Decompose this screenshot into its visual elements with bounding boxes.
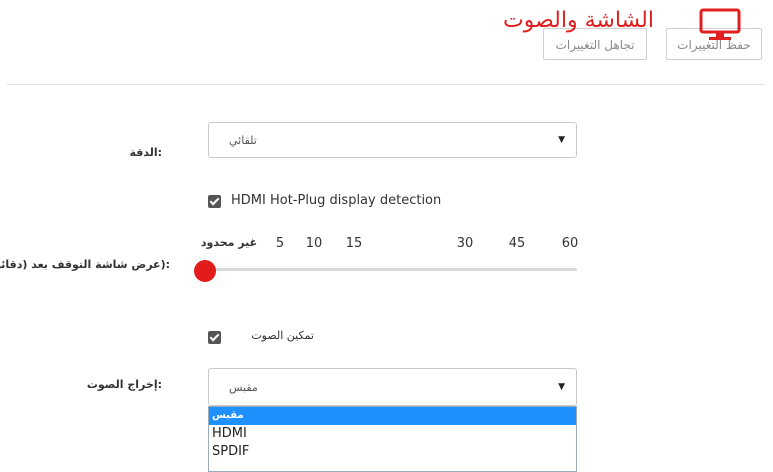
screensaver-tick-60[interactable]: 60: [555, 236, 585, 251]
audio-enable-label: تمكين الصوت: [251, 329, 314, 342]
screensaver-tick-45[interactable]: 45: [502, 236, 532, 251]
monitor-icon: [699, 8, 741, 40]
audio-output-option-hdmi[interactable]: HDMI: [209, 425, 576, 443]
chevron-down-icon: ▼: [558, 382, 565, 392]
screensaver-tick-15[interactable]: 15: [339, 236, 369, 251]
audio-enable-checkbox[interactable]: [208, 331, 221, 344]
resolution-select[interactable]: تلقائي ▼: [208, 122, 577, 158]
resolution-value: تلقائي: [229, 134, 257, 147]
screensaver-slider-track[interactable]: [206, 268, 577, 271]
screensaver-tick-10[interactable]: 10: [299, 236, 329, 251]
header-divider: [7, 84, 765, 85]
hdmi-detection-checkbox[interactable]: [208, 195, 221, 208]
chevron-down-icon: ▼: [558, 135, 565, 145]
audio-output-value: مقبس: [229, 381, 258, 394]
audio-output-dropdown-list: مقبس HDMI SPDIF: [208, 406, 577, 472]
audio-output-label: :إخراج الصوت: [86, 378, 162, 391]
audio-output-select[interactable]: مقبس ▼: [208, 368, 577, 406]
screensaver-slider-thumb[interactable]: [194, 260, 216, 282]
screensaver-tick-unlimited[interactable]: غير محدود: [199, 236, 259, 249]
hdmi-detection-label: HDMI Hot-Plug display detection: [231, 193, 442, 208]
resolution-label: :الدقة: [129, 146, 162, 159]
screensaver-label: :(عرض شاشة التوقف بعد (دقائق: [0, 258, 170, 271]
screensaver-tick-5[interactable]: 5: [265, 236, 295, 251]
audio-output-option-jack[interactable]: مقبس: [209, 407, 576, 425]
page-title: الشاشة والصوت: [503, 8, 654, 33]
screensaver-tick-30[interactable]: 30: [450, 236, 480, 251]
audio-output-option-spdif[interactable]: SPDIF: [209, 443, 576, 461]
